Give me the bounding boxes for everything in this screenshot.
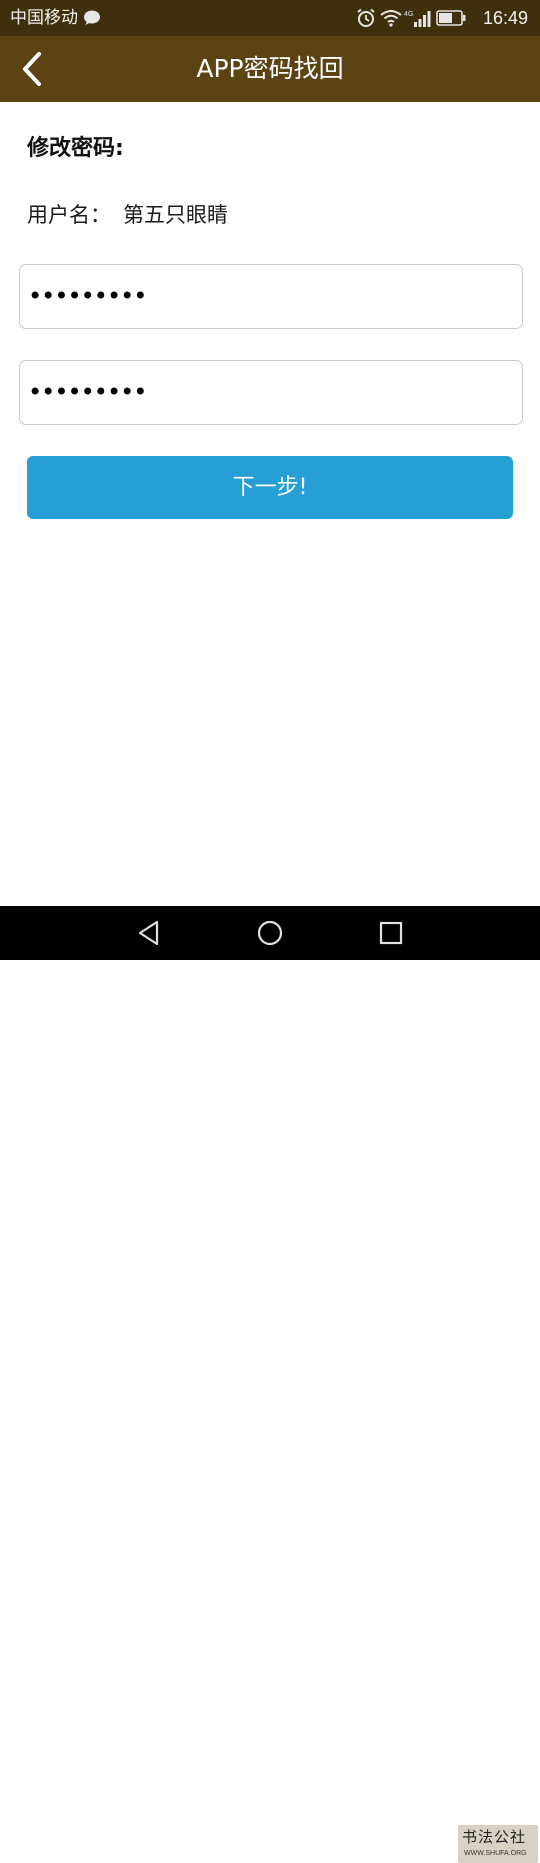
system-nav-bar: 书法公社 WWW.SHUFA.ORG [0, 906, 540, 1863]
status-time: 16:49 [482, 8, 528, 28]
alarm-icon [356, 8, 376, 28]
back-button[interactable] [14, 48, 54, 90]
circle-home-icon [257, 920, 283, 946]
signal-icon: 4G [404, 8, 432, 28]
new-password-field[interactable]: ••••••••• [19, 264, 523, 329]
username-label: 用户名： [27, 203, 111, 227]
confirm-password-field[interactable]: ••••••••• [19, 360, 523, 425]
next-step-button[interactable]: 下一步! [27, 456, 513, 519]
page-title: APP密码找回 [196, 54, 344, 83]
watermark-url: WWW.SHUFA.ORG [464, 1850, 527, 1857]
new-password-value: ••••••••• [28, 282, 147, 310]
title-bar: APP密码找回 [0, 36, 540, 102]
section-title: 修改密码: [27, 136, 124, 161]
message-icon [83, 10, 101, 26]
username-value: 第五只眼睛 [123, 203, 228, 227]
square-recents-icon [379, 921, 403, 945]
confirm-password-value: ••••••••• [28, 378, 147, 406]
watermark-text: 书法公社 [462, 1828, 527, 1846]
nav-back-button[interactable] [134, 918, 164, 948]
nav-home-button[interactable] [255, 918, 285, 948]
username-row: 用户名： 第五只眼睛 [27, 200, 228, 230]
triangle-back-icon [138, 920, 159, 946]
network-type-label: 4G [404, 11, 413, 18]
watermark-logo: 书法公社 WWW.SHUFA.ORG [458, 1825, 538, 1863]
battery-icon [436, 10, 466, 26]
wifi-icon [380, 9, 402, 27]
chevron-left-icon [23, 52, 41, 86]
carrier-name: 中国移动 [10, 8, 78, 27]
nav-recents-button[interactable] [376, 918, 406, 948]
status-bar: 中国移动 4G 16:49 [0, 0, 540, 36]
